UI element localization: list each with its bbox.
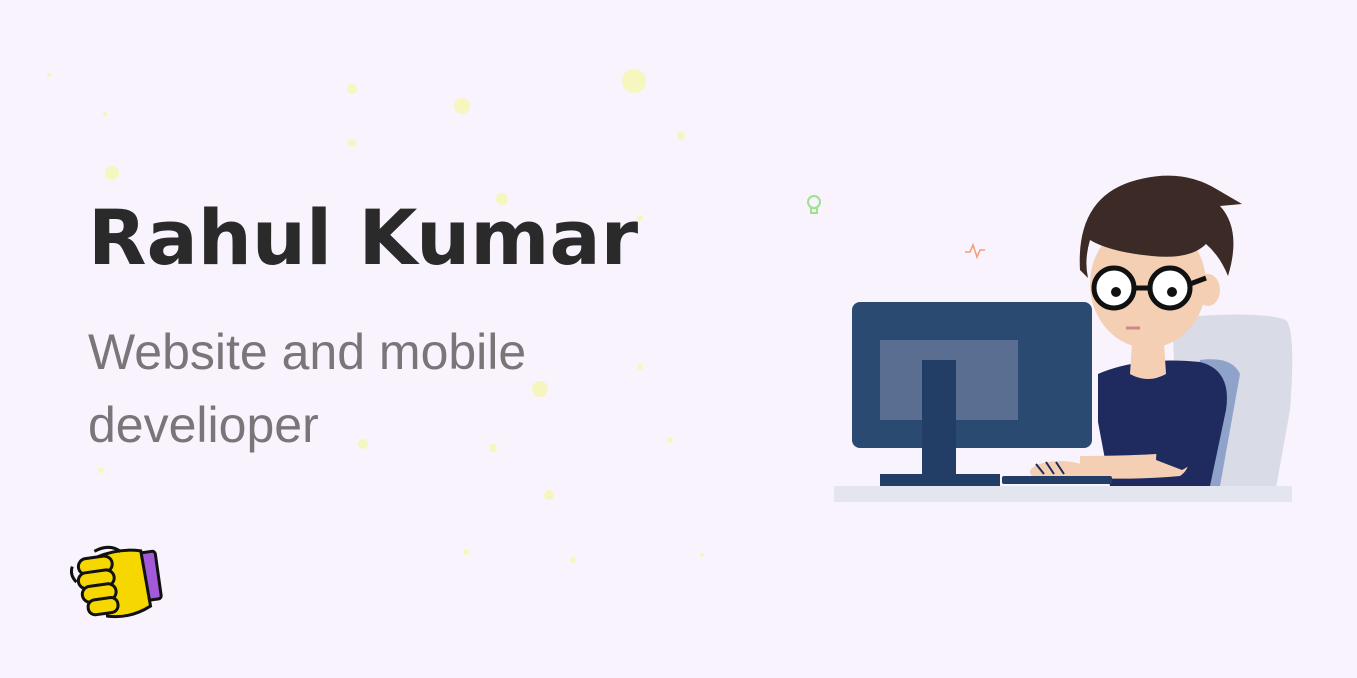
developer-illustration: [834, 175, 1293, 502]
hero-banner: Rahul Kumar Website and mobile develiope…: [0, 0, 1357, 678]
raised-fist-icon: [69, 545, 163, 619]
hero-name: Rahul Kumar: [88, 193, 639, 282]
sparkle-particles: [47, 69, 704, 563]
hero-role: Website and mobile develioper: [88, 324, 527, 453]
